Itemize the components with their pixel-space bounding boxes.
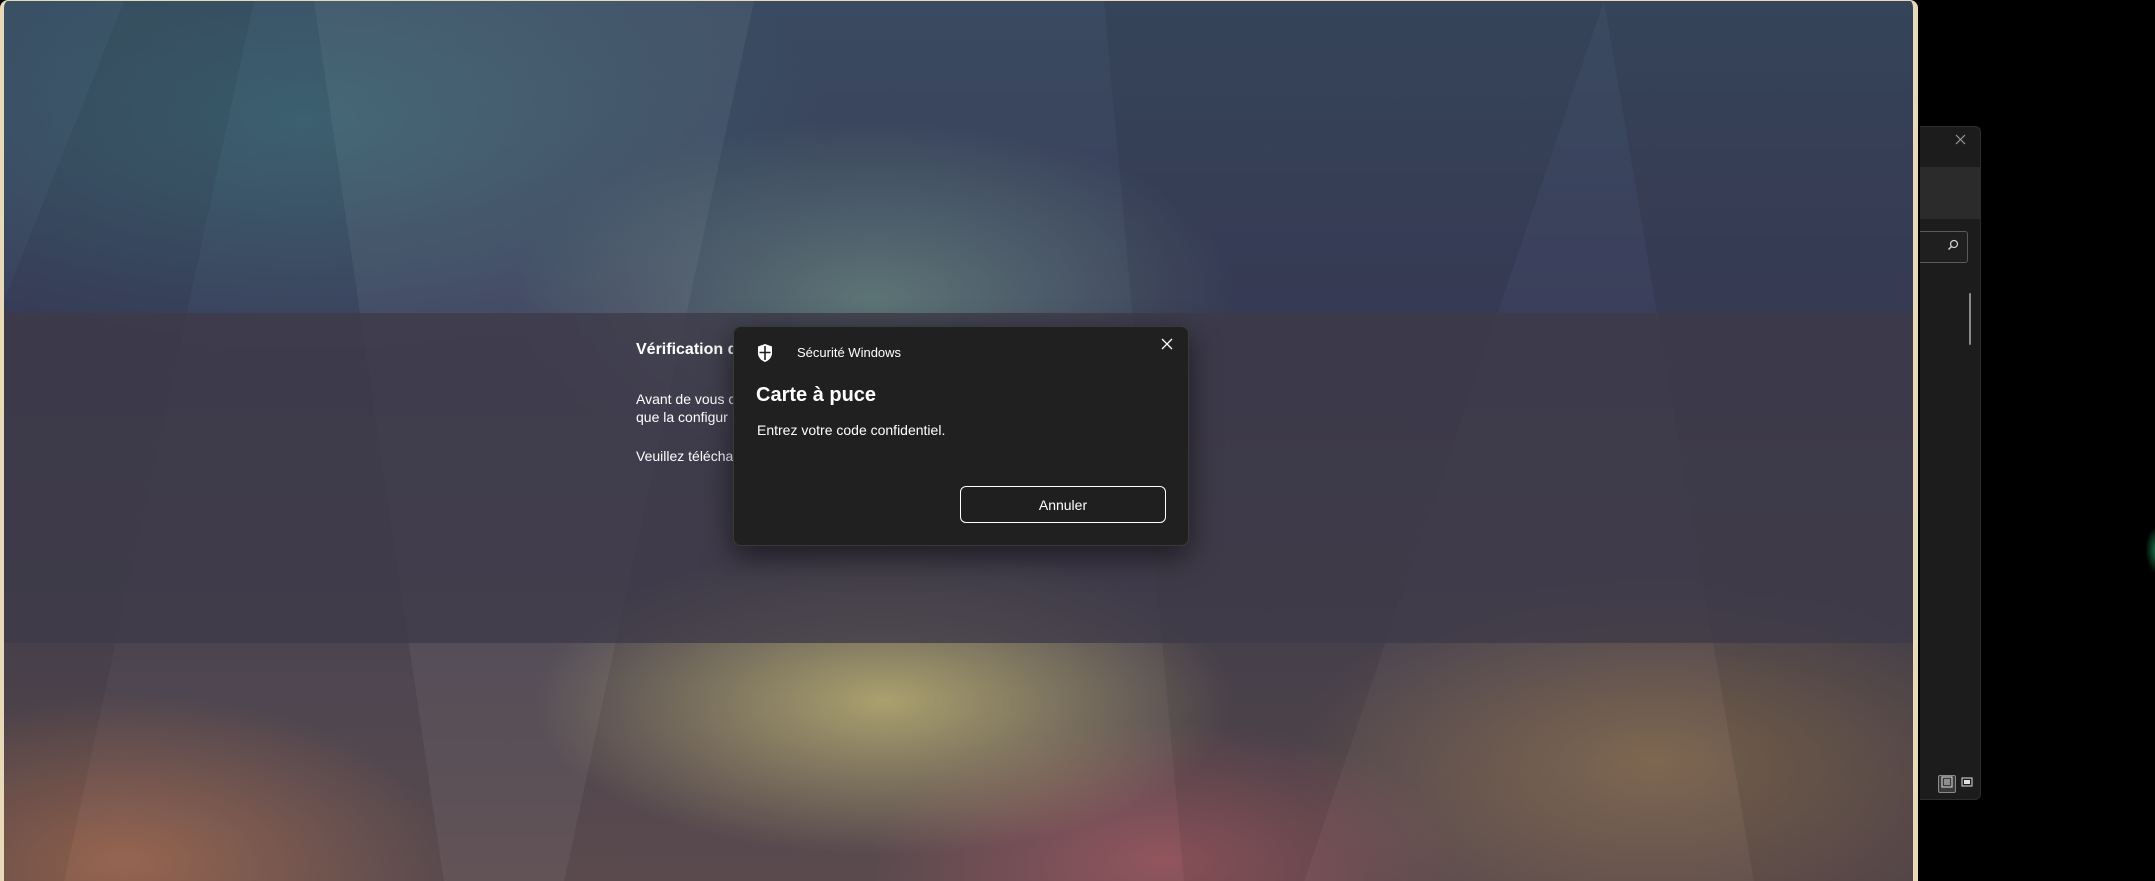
search-icon [1947, 238, 1959, 256]
large-icons-view-icon [1961, 775, 1973, 793]
background-text-line-2: que la configur [636, 409, 728, 425]
windows-security-dialog: Sécurité Windows Carte à puce Entrez vot… [733, 326, 1189, 546]
scrollbar-thumb[interactable] [1969, 293, 1971, 345]
desktop: Vérification d Avant de vous c que la co… [0, 0, 2155, 881]
background-glow [2128, 520, 2155, 580]
side-window-toolbar [1920, 167, 1980, 219]
side-window [1920, 126, 1981, 800]
cancel-button[interactable]: Annuler [960, 486, 1166, 523]
large-icons-view-button[interactable] [1958, 775, 1976, 793]
details-view-icon [1941, 775, 1953, 793]
dialog-title: Carte à puce [756, 384, 877, 406]
dialog-app-name: Sécurité Windows [797, 345, 902, 360]
close-icon [1161, 337, 1173, 355]
search-box[interactable] [1920, 231, 1968, 263]
details-view-button[interactable] [1938, 775, 1956, 793]
dialog-message: Entrez votre code confidentiel. [757, 422, 946, 438]
dialog-close-button[interactable] [1154, 333, 1180, 359]
close-icon [1955, 132, 1966, 150]
background-text-line-3: Veuillez téléchar [636, 448, 738, 464]
background-text-line-1: Avant de vous c [636, 391, 736, 407]
shield-icon [756, 343, 774, 363]
side-window-close-button[interactable] [1950, 131, 1970, 151]
background-title: Vérification d [636, 341, 738, 358]
